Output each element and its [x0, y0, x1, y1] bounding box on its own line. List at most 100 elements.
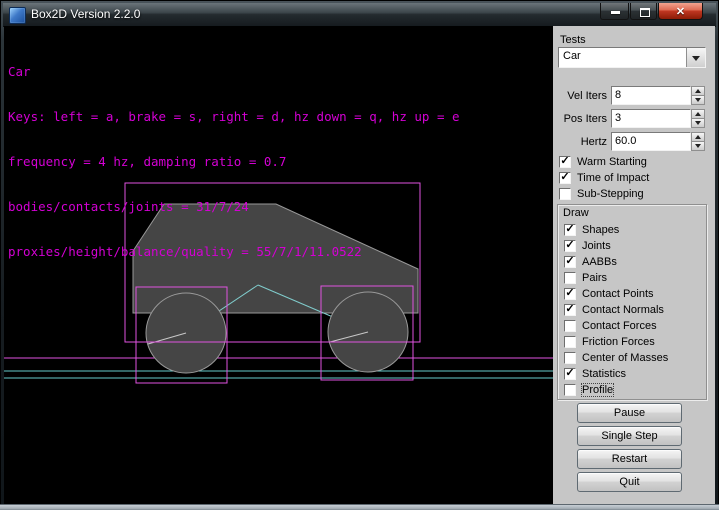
checkbox-center-of-masses[interactable]: Center of Masses	[564, 350, 704, 366]
spinner-arrows	[691, 86, 705, 105]
checkbox-contact-points[interactable]: ✓ Contact Points	[564, 286, 704, 302]
unchecked-box-icon	[564, 272, 576, 284]
spinner-arrows	[691, 132, 705, 151]
vel-iters-decrement-button[interactable]	[691, 96, 705, 105]
unchecked-box-icon	[564, 320, 576, 332]
checkbox-contact-normals[interactable]: ✓ Contact Normals	[564, 302, 704, 318]
minimize-icon	[611, 11, 620, 14]
checkbox-label: AABBs	[582, 256, 617, 268]
checkbox-shapes[interactable]: ✓ Shapes	[564, 222, 704, 238]
spinner-hertz: Hertz 60.0	[553, 132, 715, 151]
checkbox-label: Friction Forces	[582, 336, 655, 348]
app-icon	[9, 7, 26, 24]
hud-line-proxies: proxies/height/balance/quality = 55/7/1/…	[8, 244, 460, 259]
checkbox-label: Shapes	[582, 224, 619, 236]
checked-box-icon: ✓	[564, 256, 576, 268]
unchecked-box-icon	[564, 352, 576, 364]
checked-box-icon: ✓	[559, 156, 571, 168]
arrow-down-icon	[695, 144, 701, 148]
chevron-down-icon	[692, 56, 700, 61]
checkbox-label: Contact Forces	[582, 320, 657, 332]
spinner-label: Hertz	[553, 136, 607, 148]
hud-line-test-name: Car	[8, 64, 460, 79]
tests-dropdown[interactable]: Car	[558, 47, 706, 68]
hud-line-keys: Keys: left = a, brake = s, right = d, hz…	[8, 109, 460, 124]
checked-box-icon: ✓	[559, 172, 571, 184]
vel-iters-increment-button[interactable]	[691, 86, 705, 96]
checked-box-icon: ✓	[564, 224, 576, 236]
checkbox-time-of-impact[interactable]: ✓ Time of Impact	[559, 170, 713, 186]
pos-iters-increment-button[interactable]	[691, 109, 705, 119]
checkbox-label: Contact Points	[582, 288, 654, 300]
spinner-group: Vel Iters 8 Pos Iters 3 Hertz 60.0	[553, 86, 715, 155]
checkbox-profile[interactable]: Profile	[564, 382, 704, 398]
hertz-increment-button[interactable]	[691, 132, 705, 142]
titlebar[interactable]: Box2D Version 2.2.0 ✕	[3, 3, 716, 27]
checkbox-label: Time of Impact	[577, 172, 649, 184]
close-button[interactable]: ✕	[658, 3, 703, 20]
draw-checkboxes: ✓ Shapes ✓ Joints ✓ AABBs Pairs ✓ Contact Points…	[564, 222, 704, 398]
arrow-up-icon	[695, 112, 701, 116]
spinner-vel-iters: Vel Iters 8	[553, 86, 715, 105]
hertz-input[interactable]: 60.0	[611, 132, 691, 151]
control-panel: Tests Car Vel Iters8Pos Iters3Hertz60.0 …	[553, 26, 715, 505]
hertz-decrement-button[interactable]	[691, 142, 705, 151]
checkbox-friction-forces[interactable]: Friction Forces	[564, 334, 704, 350]
hud-line-counts: bodies/contacts/joints = 31/7/24	[8, 199, 460, 214]
minimize-button[interactable]	[600, 3, 629, 20]
pause-button[interactable]: Pause	[577, 403, 682, 423]
arrow-down-icon	[695, 98, 701, 102]
window-controls: ✕	[600, 3, 703, 21]
checkbox-label: Profile	[582, 384, 613, 396]
checkbox-aabbs[interactable]: ✓ AABBs	[564, 254, 704, 270]
checkbox-sub-stepping[interactable]: Sub-Stepping	[559, 186, 713, 202]
quit-button[interactable]: Quit	[577, 472, 682, 492]
hud-line-frequency: frequency = 4 hz, damping ratio = 0.7	[8, 154, 460, 169]
checkbox-label: Center of Masses	[582, 352, 668, 364]
spinner-arrows	[691, 109, 705, 128]
arrow-up-icon	[695, 135, 701, 139]
spinner-label: Pos Iters	[553, 113, 607, 125]
arrow-down-icon	[695, 121, 701, 125]
checkbox-label: Joints	[582, 240, 611, 252]
checkbox-label: Warm Starting	[577, 156, 647, 168]
pos-iters-input[interactable]: 3	[611, 109, 691, 128]
tests-label: Tests	[560, 34, 586, 46]
checkbox-label: Contact Normals	[582, 304, 664, 316]
spinner-pos-iters: Pos Iters 3	[553, 109, 715, 128]
maximize-icon	[640, 8, 650, 17]
checked-box-icon: ✓	[564, 288, 576, 300]
checked-box-icon: ✓	[564, 304, 576, 316]
box2d-window: Box2D Version 2.2.0 ✕ Car Keys: left = a…	[0, 0, 719, 510]
restart-button[interactable]: Restart	[577, 449, 682, 469]
checkbox-statistics[interactable]: ✓ Statistics	[564, 366, 704, 382]
solver-checkboxes: ✓ Warm Starting ✓ Time of Impact Sub-Steppin…	[559, 154, 713, 202]
single-step-button[interactable]: Single Step	[577, 426, 682, 446]
action-buttons: Pause Single Step Restart Quit	[577, 403, 682, 495]
tests-dropdown-value: Car	[563, 50, 581, 62]
checkbox-contact-forces[interactable]: Contact Forces	[564, 318, 704, 334]
draw-groupbox: Draw ✓ Shapes ✓ Joints ✓ AABBs Pairs ✓ Contact P…	[557, 204, 707, 400]
pos-iters-decrement-button[interactable]	[691, 119, 705, 128]
checkbox-label: Sub-Stepping	[577, 188, 644, 200]
unchecked-box-icon	[564, 384, 576, 396]
maximize-button[interactable]	[630, 3, 657, 20]
simulation-canvas[interactable]: Car Keys: left = a, brake = s, right = d…	[4, 26, 553, 505]
vel-iters-input[interactable]: 8	[611, 86, 691, 105]
tests-dropdown-button[interactable]	[686, 48, 705, 67]
checkbox-label: Pairs	[582, 272, 607, 284]
checkbox-label: Statistics	[582, 368, 626, 380]
window-title: Box2D Version 2.2.0	[31, 7, 140, 21]
close-icon: ✕	[659, 5, 702, 18]
checked-box-icon: ✓	[564, 240, 576, 252]
unchecked-box-icon	[559, 188, 571, 200]
checked-box-icon: ✓	[564, 368, 576, 380]
checkbox-joints[interactable]: ✓ Joints	[564, 238, 704, 254]
arrow-up-icon	[695, 89, 701, 93]
unchecked-box-icon	[564, 336, 576, 348]
checkbox-pairs[interactable]: Pairs	[564, 270, 704, 286]
checkbox-warm-starting[interactable]: ✓ Warm Starting	[559, 154, 713, 170]
spinner-label: Vel Iters	[553, 90, 607, 102]
debug-text: Car Keys: left = a, brake = s, right = d…	[8, 34, 460, 289]
draw-group-title: Draw	[563, 207, 589, 219]
